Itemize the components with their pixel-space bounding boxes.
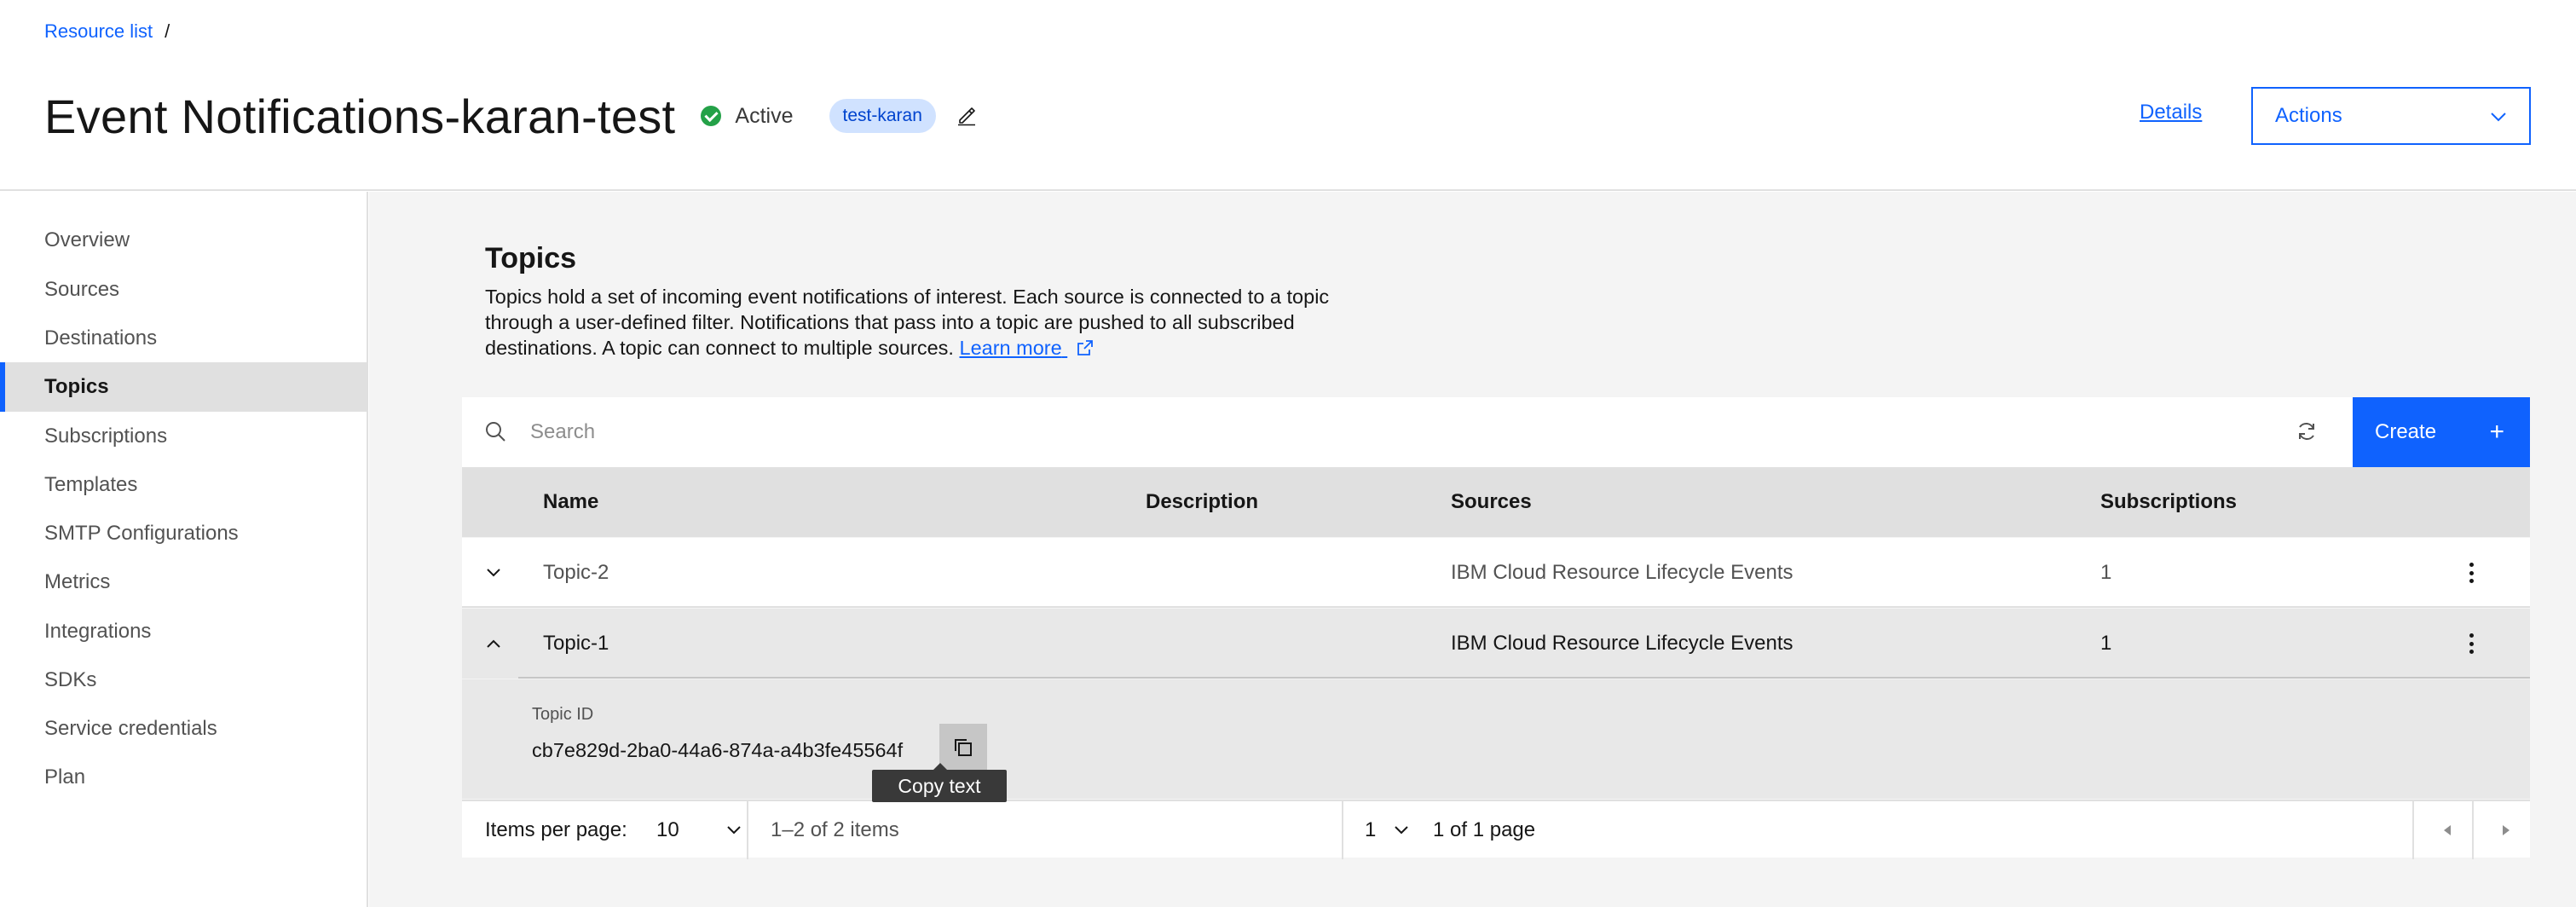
create-button[interactable]: Create + xyxy=(2353,397,2530,467)
expanded-row-content: Topic ID cb7e829d-2ba0-44a6-874a-a4b3fe4… xyxy=(462,679,2530,799)
column-header-description[interactable]: Description xyxy=(1146,467,1258,537)
items-per-page-label: Items per page: xyxy=(485,818,627,841)
actions-dropdown-button[interactable]: Actions xyxy=(2251,87,2531,145)
section-description: Topics hold a set of incoming event noti… xyxy=(485,284,1389,361)
chevron-down-icon xyxy=(1395,826,1408,835)
sidebar-item-overview[interactable]: Overview xyxy=(0,216,367,265)
sidebar-item-smtp-configurations[interactable]: SMTP Configurations xyxy=(0,509,367,558)
column-header-name[interactable]: Name xyxy=(543,467,598,537)
sidebar-nav: Overview Sources Destinations Topics Sub… xyxy=(0,192,368,907)
topic-id-value: cb7e829d-2ba0-44a6-874a-a4b3fe45564f xyxy=(532,739,904,761)
sidebar-item-subscriptions[interactable]: Subscriptions xyxy=(0,412,367,461)
cell-sources: IBM Cloud Resource Lifecycle Events xyxy=(1451,632,1793,655)
create-label: Create xyxy=(2375,420,2437,443)
cell-subscriptions: 1 xyxy=(2100,561,2112,584)
cell-sources: IBM Cloud Resource Lifecycle Events xyxy=(1451,561,1793,584)
sidebar-item-metrics[interactable]: Metrics xyxy=(0,557,367,607)
caret-right-icon xyxy=(2503,825,2510,835)
checkmark-circle-icon xyxy=(701,106,722,126)
topic-id-label: Topic ID xyxy=(532,705,594,724)
items-per-page-select[interactable]: 10 xyxy=(656,801,742,859)
items-range-text: 1–2 of 2 items xyxy=(771,818,899,841)
page-count-text: 1 of 1 page xyxy=(1433,818,1536,841)
chevron-down-icon xyxy=(727,826,741,835)
page-title: Event Notifications-karan-test xyxy=(44,89,676,143)
table-header: Name Description Sources Subscriptions xyxy=(462,467,2530,537)
pagination-divider xyxy=(747,801,748,859)
column-header-subscriptions[interactable]: Subscriptions xyxy=(2100,467,2237,537)
pagination-divider xyxy=(2472,801,2474,859)
cell-name: Topic-1 xyxy=(543,632,609,655)
status-text: Active xyxy=(735,103,794,128)
breadcrumb: Resource list / xyxy=(44,20,170,43)
sidebar-item-sources[interactable]: Sources xyxy=(0,265,367,315)
chevron-up-icon[interactable] xyxy=(484,634,503,653)
learn-more-link[interactable]: Learn more xyxy=(960,337,1095,359)
sidebar-item-templates[interactable]: Templates xyxy=(0,460,367,510)
column-header-sources[interactable]: Sources xyxy=(1451,467,1532,537)
copy-tooltip: Copy text xyxy=(872,763,1007,802)
actions-label: Actions xyxy=(2275,104,2342,127)
breadcrumb-separator: / xyxy=(165,20,170,42)
chevron-down-icon xyxy=(2490,104,2507,128)
edit-pencil-icon[interactable] xyxy=(955,104,979,128)
next-page-button[interactable] xyxy=(2501,801,2511,859)
page-header: Resource list / Event Notifications-kara… xyxy=(0,0,2576,191)
section-description-text: Topics hold a set of incoming event noti… xyxy=(485,286,1330,359)
pagination-divider xyxy=(2412,801,2414,859)
copy-icon xyxy=(955,739,972,756)
page-select[interactable]: 1 xyxy=(1365,801,1409,859)
caret-left-icon xyxy=(2444,825,2451,835)
resource-tag: test-karan xyxy=(829,99,936,133)
pagination-bar: Items per page: 10 1–2 of 2 items 1 1 of… xyxy=(462,800,2530,859)
sidebar-item-plan[interactable]: Plan xyxy=(0,753,367,802)
cell-subscriptions: 1 xyxy=(2100,632,2112,655)
table-row[interactable]: Topic-2 IBM Cloud Resource Lifecycle Eve… xyxy=(462,538,2530,608)
sidebar-item-topics[interactable]: Topics xyxy=(0,362,367,412)
details-link[interactable]: Details xyxy=(2140,101,2202,124)
page-select-value: 1 xyxy=(1365,818,1377,841)
pagination-divider xyxy=(1342,801,1343,859)
table-row[interactable]: Topic-1 IBM Cloud Resource Lifecycle Eve… xyxy=(462,609,2530,679)
sidebar-item-service-credentials[interactable]: Service credentials xyxy=(0,704,367,754)
table-toolbar: Create + xyxy=(462,397,2530,467)
title-row: Event Notifications-karan-test Active te… xyxy=(44,84,979,148)
refresh-icon[interactable] xyxy=(2295,419,2320,445)
add-icon: + xyxy=(2489,418,2504,446)
section-title: Topics xyxy=(485,242,577,274)
breadcrumb-resource-list-link[interactable]: Resource list xyxy=(44,20,153,43)
overflow-menu-icon[interactable] xyxy=(2467,560,2475,586)
items-per-page-value: 10 xyxy=(656,818,679,841)
status-indicator: Active xyxy=(701,103,794,129)
previous-page-button[interactable] xyxy=(2442,801,2452,859)
learn-more-label: Learn more xyxy=(959,337,1062,359)
chevron-down-icon[interactable] xyxy=(484,563,503,582)
overflow-menu-icon[interactable] xyxy=(2467,631,2475,656)
sidebar-item-sdks[interactable]: SDKs xyxy=(0,656,367,705)
sidebar-item-destinations[interactable]: Destinations xyxy=(0,314,367,363)
cell-name: Topic-2 xyxy=(543,561,609,584)
sidebar-item-integrations[interactable]: Integrations xyxy=(0,607,367,656)
search-input[interactable] xyxy=(530,414,2406,450)
launch-icon xyxy=(1077,340,1094,355)
search-icon xyxy=(484,420,508,444)
